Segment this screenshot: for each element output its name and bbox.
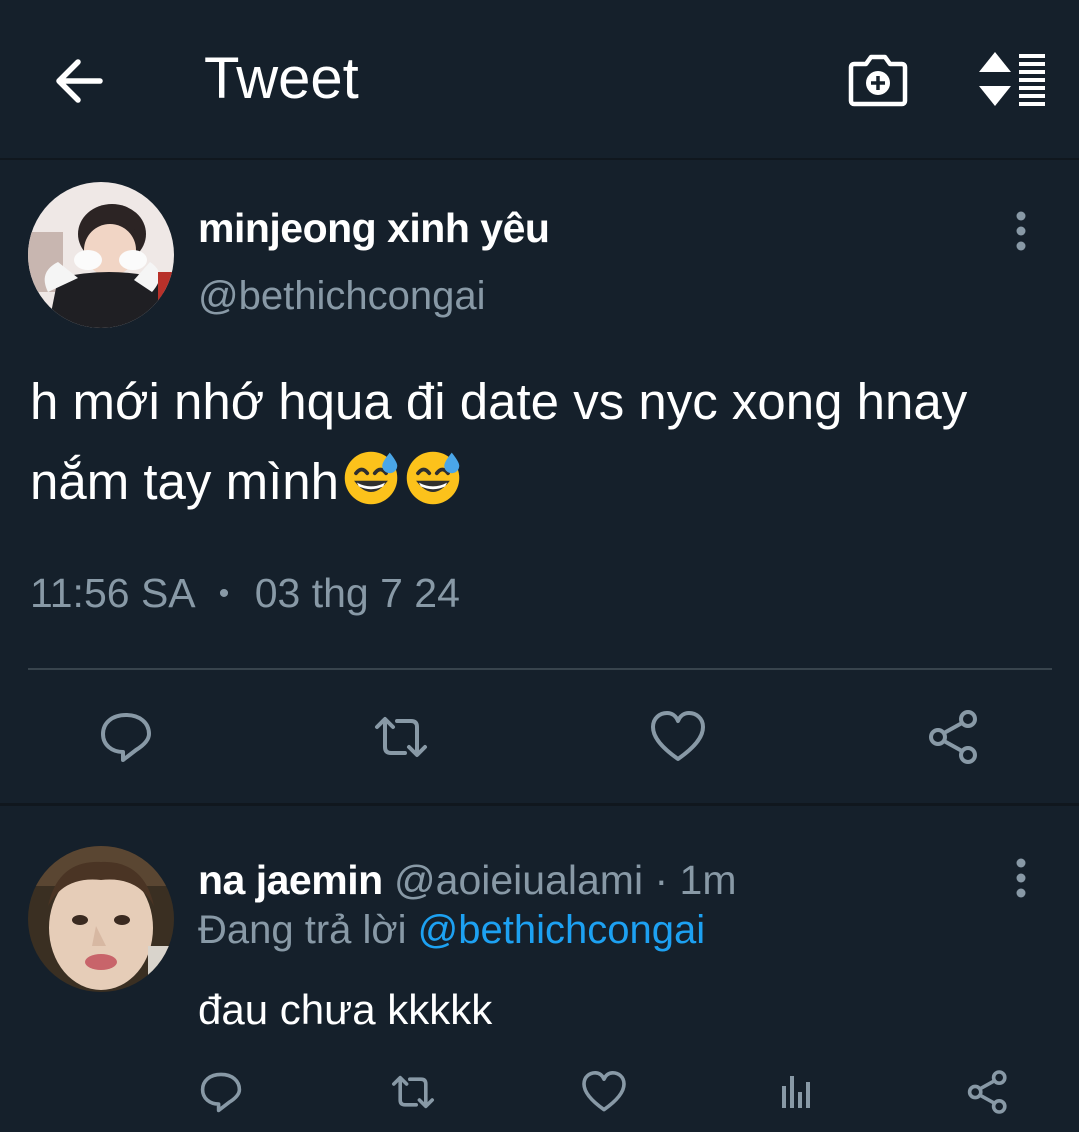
share-button[interactable] — [924, 707, 984, 767]
reply-share-button[interactable] — [964, 1068, 1012, 1116]
more-vertical-icon — [1016, 858, 1026, 898]
sort-list-icon — [979, 52, 1045, 106]
page-title: Tweet — [204, 46, 359, 111]
tweet-more-button[interactable] — [1008, 208, 1034, 254]
reply-button[interactable] — [96, 707, 156, 767]
reply-analytics-button[interactable] — [772, 1068, 820, 1116]
tweet-time: 11:56 SA — [30, 570, 194, 616]
share-icon — [967, 1070, 1007, 1114]
reply-reply-button[interactable] — [197, 1068, 245, 1116]
section-separator — [0, 803, 1079, 806]
reply-author-name[interactable]: na jaemin — [198, 857, 383, 903]
more-vertical-icon — [1016, 211, 1026, 251]
like-icon — [651, 711, 705, 761]
retweet-icon — [375, 717, 427, 757]
reply-icon — [200, 1072, 242, 1113]
tweet-text: h mới nhớ hqua đi date vs nyc xong hnay … — [30, 362, 1050, 522]
replying-prefix: Đang trả lời — [198, 908, 407, 952]
grinning-face-with-sweat-emoji — [406, 451, 460, 505]
reply-separator: · — [654, 857, 669, 903]
grinning-face-with-sweat-emoji — [344, 451, 398, 505]
reply-author-handle[interactable]: @aoieiualami — [394, 857, 643, 903]
replying-to: Đang trả lời @bethichcongai — [198, 908, 705, 953]
tweet-date: 03 thg 7 24 — [254, 570, 460, 616]
author-name[interactable]: minjeong xinh yêu — [198, 205, 550, 252]
arrow-left-icon — [56, 59, 103, 103]
retweet-icon — [392, 1075, 434, 1109]
tweet-timestamp: 11:56 SA • 03 thg 7 24 — [30, 570, 460, 617]
avatar-photo — [28, 846, 174, 992]
sort-button[interactable] — [975, 50, 1049, 108]
reply-age: 1m — [679, 857, 737, 903]
share-icon — [929, 710, 977, 764]
like-icon — [582, 1071, 626, 1112]
divider — [28, 668, 1052, 670]
like-button[interactable] — [648, 707, 708, 767]
avatar-photo — [28, 182, 174, 328]
reply-header: na jaemin @aoieiualami · 1m — [198, 857, 737, 904]
meta-dot: • — [218, 577, 230, 610]
camera-button[interactable] — [846, 50, 910, 108]
camera-plus-icon — [848, 54, 908, 107]
reply-more-button[interactable] — [1008, 855, 1034, 901]
author-avatar[interactable] — [28, 182, 174, 328]
analytics-icon — [782, 1076, 810, 1108]
author-handle[interactable]: @bethichcongai — [198, 274, 485, 319]
reply-like-button[interactable] — [580, 1068, 628, 1116]
reply-retweet-button[interactable] — [389, 1068, 437, 1116]
reply-author-avatar[interactable] — [28, 846, 174, 992]
retweet-button[interactable] — [371, 707, 431, 767]
tweet-text-content: h mới nhớ hqua đi date vs nyc xong hnay … — [30, 373, 968, 510]
replying-mention-link[interactable]: @bethichcongai — [418, 908, 705, 952]
reply-text: đau chưa kkkkk — [198, 986, 493, 1033]
reply-icon — [101, 713, 151, 762]
back-button[interactable] — [50, 52, 108, 110]
app-header — [0, 0, 1079, 160]
